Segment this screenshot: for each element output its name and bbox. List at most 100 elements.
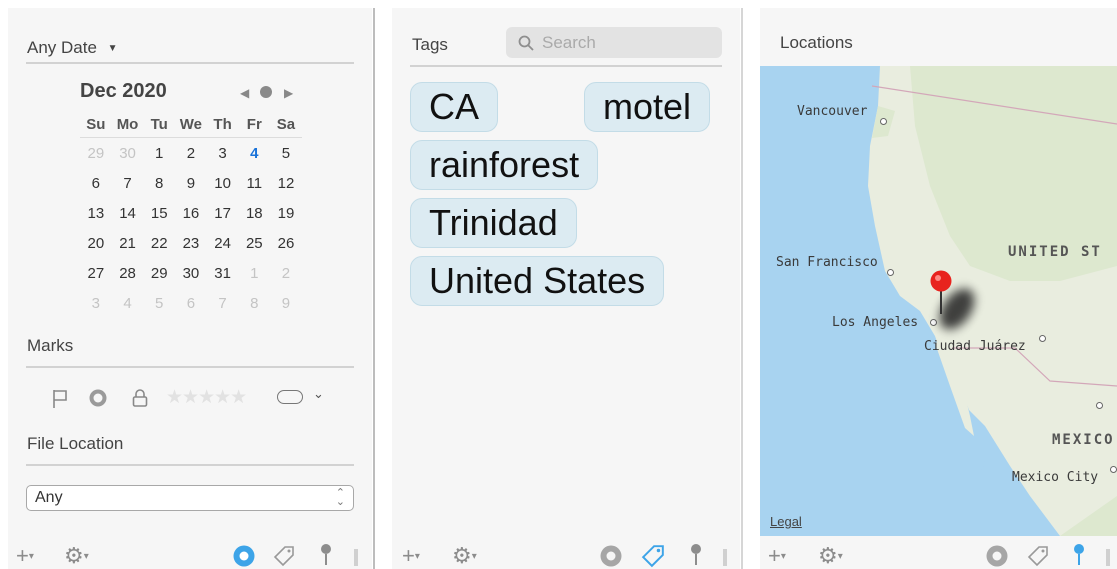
locations-tab-icon[interactable]	[319, 543, 333, 567]
tag-chip[interactable]: United States	[410, 256, 665, 306]
calendar-day[interactable]: 1	[238, 265, 270, 282]
calendar-day[interactable]: 3	[207, 145, 239, 162]
tag-chip[interactable]: rainforest	[410, 140, 599, 190]
calendar-day[interactable]: 6	[175, 295, 207, 312]
file-location-title: File Location	[27, 434, 124, 453]
filters-tab-icon[interactable]	[600, 545, 622, 567]
calendar-day[interactable]: 1	[143, 145, 175, 162]
add-button[interactable]: +▾	[16, 543, 34, 569]
calendar-day[interactable]: 7	[112, 175, 144, 192]
calendar-day[interactable]: 30	[112, 145, 144, 162]
tag-chip[interactable]: motel	[584, 82, 711, 132]
calendar-day[interactable]: 12	[270, 175, 302, 192]
calendar-day[interactable]: 6	[80, 175, 112, 192]
calendar-day[interactable]: 17	[207, 205, 239, 222]
weekday-label: Tu	[150, 116, 168, 133]
weekday-label: Su	[86, 116, 106, 133]
calendar-day[interactable]: 22	[143, 235, 175, 252]
date-filter-label: Any Date	[27, 38, 97, 57]
date-divider	[26, 62, 354, 64]
location-pin-icon[interactable]	[929, 270, 953, 316]
previous-month-arrow-icon[interactable]: ◀	[240, 86, 249, 100]
calendar-day[interactable]: 29	[80, 145, 112, 162]
flag-icon[interactable]	[52, 389, 68, 409]
calendar-day[interactable]: 30	[175, 265, 207, 282]
label-circle-icon[interactable]	[88, 388, 108, 408]
calendar-day[interactable]: 5	[270, 145, 302, 162]
search-icon	[518, 35, 534, 51]
locations-tab-icon[interactable]	[1072, 543, 1086, 567]
lock-icon[interactable]	[132, 388, 148, 408]
today-dot-icon[interactable]	[260, 86, 272, 98]
calendar-day[interactable]: 15	[143, 205, 175, 222]
legal-link[interactable]: Legal	[770, 514, 802, 529]
calendar-day[interactable]: 11	[238, 175, 270, 192]
gear-icon[interactable]: ⚙▾	[64, 543, 89, 569]
tags-tab-icon[interactable]	[641, 544, 665, 568]
more-tab-icon[interactable]	[354, 549, 358, 566]
calendar-day[interactable]: 26	[270, 235, 302, 252]
marks-title: Marks	[27, 336, 74, 355]
calendar-day[interactable]: 20	[80, 235, 112, 252]
locations-panel: Locations Vancouver San Francisco Los An…	[760, 8, 1117, 569]
weekday-label: Mo	[116, 116, 139, 133]
filters-tab-icon[interactable]	[233, 545, 255, 567]
next-month-arrow-icon[interactable]: ▶	[284, 86, 293, 100]
gear-icon[interactable]: ⚙▾	[818, 543, 843, 569]
calendar-day[interactable]: 5	[143, 295, 175, 312]
calendar-day[interactable]: 27	[80, 265, 112, 282]
file-location-select[interactable]: Any ⌃ ⌄	[26, 485, 354, 511]
calendar-day[interactable]: 31	[207, 265, 239, 282]
gear-icon[interactable]: ⚙▾	[452, 543, 477, 569]
chevron-down-icon[interactable]: ⌄	[313, 386, 324, 402]
calendar-day[interactable]: 9	[270, 295, 302, 312]
map-city-label: Mexico City	[1012, 470, 1099, 485]
calendar-day[interactable]: 21	[112, 235, 144, 252]
locations-title: Locations	[780, 33, 853, 52]
map-view[interactable]: Vancouver San Francisco Los Angeles Ciud…	[760, 66, 1117, 536]
calendar-day[interactable]: 24	[207, 235, 239, 252]
date-filter-popup[interactable]: Any Date ▼	[27, 38, 118, 58]
calendar-day[interactable]: 4	[238, 145, 270, 162]
calendar-day[interactable]: 28	[112, 265, 144, 282]
calendar-day[interactable]: 14	[112, 205, 144, 222]
tag-search-input[interactable]: Search	[506, 27, 722, 58]
more-tab-icon[interactable]	[723, 549, 727, 566]
calendar-day[interactable]: 9	[175, 175, 207, 192]
tags-tab-icon[interactable]	[273, 545, 295, 567]
calendar-month-title: Dec 2020	[80, 80, 167, 102]
calendar-day[interactable]: 2	[175, 145, 207, 162]
calendar-day[interactable]: 4	[112, 295, 144, 312]
calendar-day[interactable]: 19	[270, 205, 302, 222]
tag-chip[interactable]: Trinidad	[410, 198, 577, 248]
calendar-day[interactable]: 8	[238, 295, 270, 312]
calendar-day[interactable]: 13	[80, 205, 112, 222]
calendar-day[interactable]: 8	[143, 175, 175, 192]
city-marker-icon	[1110, 466, 1117, 473]
calendar-week-row: 3456789	[80, 288, 302, 318]
rating-stars[interactable]: ★★★★★	[166, 386, 247, 409]
tag-chip[interactable]: CA	[410, 82, 499, 132]
panel-divider	[741, 8, 743, 569]
map-country-label: MEXICO	[1052, 432, 1115, 448]
more-tab-icon[interactable]	[1106, 549, 1110, 566]
calendar-day[interactable]: 16	[175, 205, 207, 222]
calendar-day[interactable]: 29	[143, 265, 175, 282]
calendar-day[interactable]: 7	[207, 295, 239, 312]
calendar-day[interactable]: 10	[207, 175, 239, 192]
search-placeholder: Search	[542, 33, 596, 52]
add-button[interactable]: +▾	[768, 543, 786, 569]
calendar-day[interactable]: 3	[80, 295, 112, 312]
filters-tab-icon[interactable]	[986, 545, 1008, 567]
calendar-week-row: 27 28 29 30 31 1 2	[80, 258, 302, 288]
locations-tab-icon[interactable]	[689, 543, 703, 567]
calendar-day[interactable]: 2	[270, 265, 302, 282]
tags-title: Tags	[412, 35, 448, 54]
marks-divider	[26, 366, 354, 368]
pill-toggle-icon[interactable]	[277, 390, 303, 404]
calendar-day[interactable]: 25	[238, 235, 270, 252]
tags-tab-icon[interactable]	[1027, 545, 1049, 567]
add-button[interactable]: +▾	[402, 543, 420, 569]
calendar-day[interactable]: 23	[175, 235, 207, 252]
calendar-day[interactable]: 18	[238, 205, 270, 222]
